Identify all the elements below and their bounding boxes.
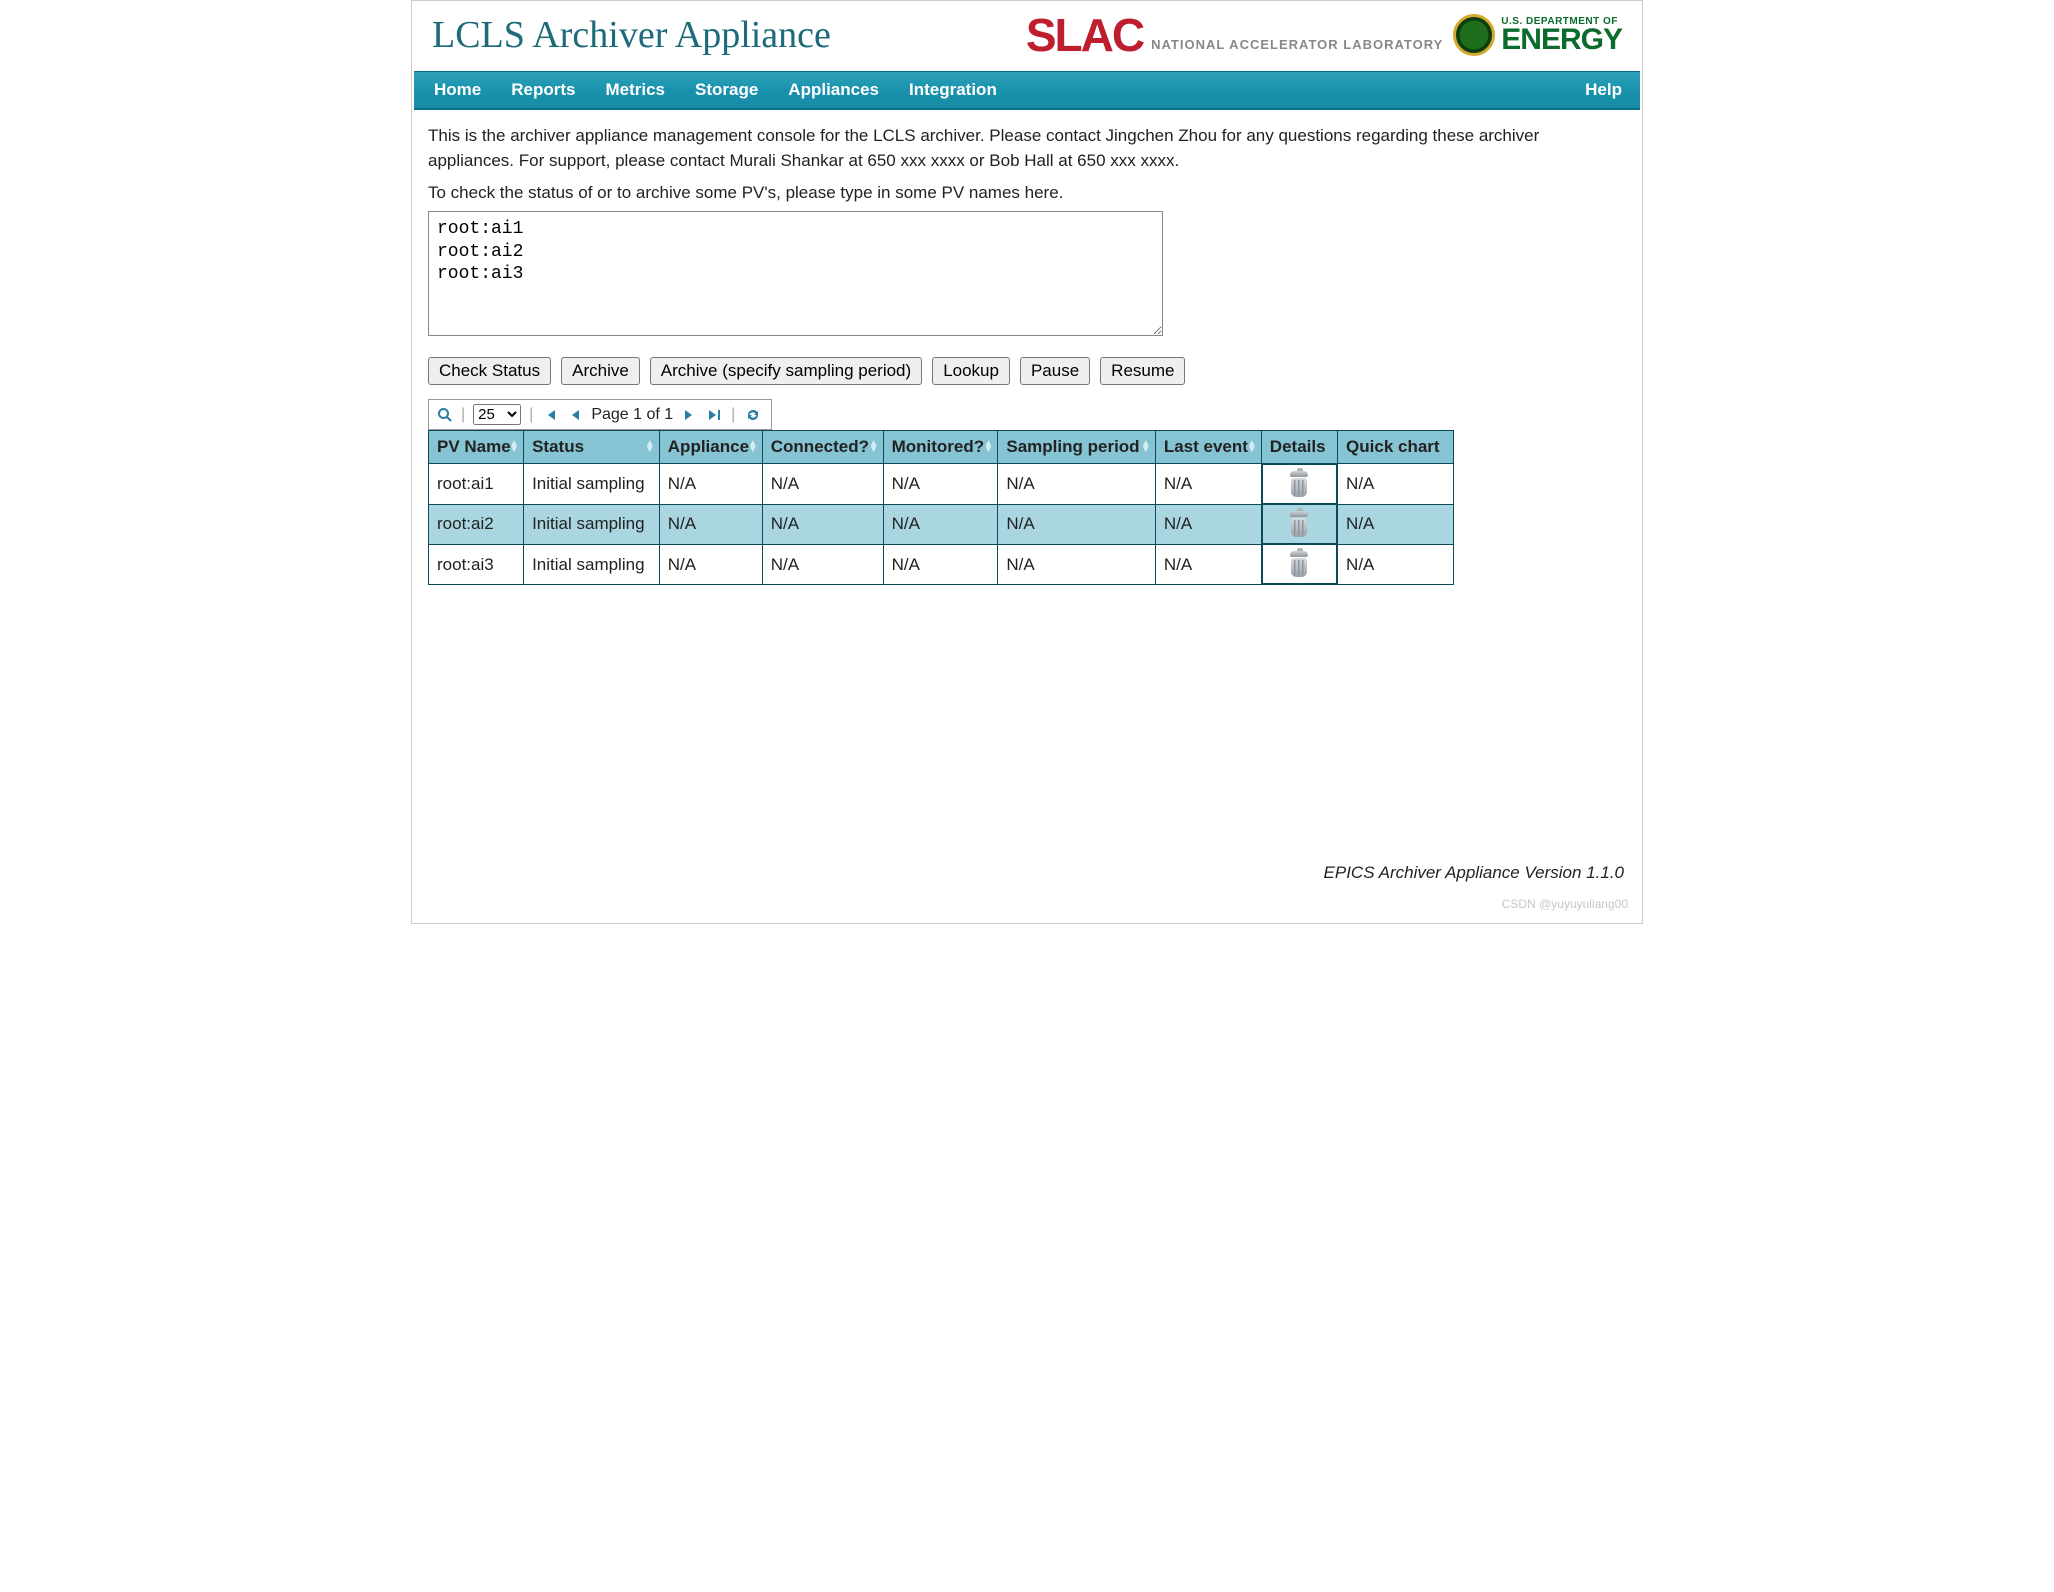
archive-button[interactable]: Archive — [561, 357, 640, 385]
cell: N/A — [1155, 504, 1261, 544]
first-page-icon[interactable] — [541, 408, 559, 422]
slac-subtitle: NATIONAL ACCELERATOR LABORATORY — [1151, 37, 1443, 56]
nav-appliances[interactable]: Appliances — [784, 76, 883, 104]
sort-icon[interactable]: ▲▼ — [509, 441, 519, 453]
details-cell — [1262, 504, 1337, 544]
col-status[interactable]: Status▲▼ — [524, 431, 660, 464]
page-title: LCLS Archiver Appliance — [432, 13, 831, 57]
main-nav: Home Reports Metrics Storage Appliances … — [414, 71, 1640, 110]
nav-reports[interactable]: Reports — [507, 76, 579, 104]
col-monitored-[interactable]: Monitored?▲▼ — [883, 431, 998, 464]
col-sampling-period[interactable]: Sampling period▲▼ — [998, 431, 1155, 464]
doe-logo: U.S. DEPARTMENT OF ENERGY — [1453, 14, 1622, 56]
col-quick-chart: Quick chart — [1338, 431, 1454, 464]
cell: N/A — [659, 464, 762, 505]
prev-page-icon[interactable] — [567, 408, 583, 422]
search-icon[interactable] — [437, 407, 453, 423]
sort-icon[interactable]: ▲▼ — [748, 441, 758, 453]
cell: Initial sampling — [524, 544, 660, 585]
col-connected-[interactable]: Connected?▲▼ — [762, 431, 883, 464]
sort-icon[interactable]: ▲▼ — [983, 441, 993, 453]
resume-button[interactable]: Resume — [1100, 357, 1185, 385]
cell: N/A — [883, 504, 998, 544]
cell: root:ai1 — [429, 464, 524, 505]
cell: N/A — [883, 464, 998, 505]
cell: N/A — [998, 464, 1155, 505]
version-footer: EPICS Archiver Appliance Version 1.1.0 — [414, 851, 1640, 891]
pager-bar: | 102550100 | Page 1 of 1 | — [428, 399, 772, 430]
button-row: Check Status Archive Archive (specify sa… — [428, 357, 1626, 385]
pause-button[interactable]: Pause — [1020, 357, 1090, 385]
cell: N/A — [659, 504, 762, 544]
cell: N/A — [883, 544, 998, 585]
table-row: root:ai1Initial samplingN/AN/AN/AN/AN/AN… — [429, 464, 1454, 505]
cell: N/A — [1338, 464, 1454, 505]
cell: N/A — [998, 544, 1155, 585]
trash-icon[interactable] — [1288, 551, 1310, 577]
trash-icon[interactable] — [1288, 471, 1310, 497]
doe-seal-icon — [1453, 14, 1495, 56]
slac-wordmark: SLAC — [1026, 15, 1143, 56]
logo-group: SLAC NATIONAL ACCELERATOR LABORATORY U.S… — [1026, 14, 1622, 56]
pv-names-input[interactable] — [428, 211, 1163, 336]
cell: N/A — [762, 544, 883, 585]
sort-icon[interactable]: ▲▼ — [645, 441, 655, 453]
doe-big-text: ENERGY — [1501, 26, 1622, 53]
col-last-event[interactable]: Last event▲▼ — [1155, 431, 1261, 464]
sort-icon[interactable]: ▲▼ — [1141, 441, 1151, 453]
cell: Initial sampling — [524, 504, 660, 544]
nav-integration[interactable]: Integration — [905, 76, 1001, 104]
nav-home[interactable]: Home — [430, 76, 485, 104]
cell: N/A — [1338, 504, 1454, 544]
table-row: root:ai2Initial samplingN/AN/AN/AN/AN/AN… — [429, 504, 1454, 544]
slac-logo: SLAC NATIONAL ACCELERATOR LABORATORY — [1026, 15, 1443, 56]
cell: N/A — [659, 544, 762, 585]
cell: N/A — [762, 464, 883, 505]
prompt-text: To check the status of or to archive som… — [428, 183, 1626, 203]
nav-help[interactable]: Help — [1581, 76, 1626, 103]
cell: N/A — [762, 504, 883, 544]
col-details: Details — [1261, 431, 1337, 464]
pv-table: PV Name▲▼Status▲▼Appliance▲▼Connected?▲▼… — [428, 430, 1454, 585]
page-indicator: Page 1 of 1 — [591, 406, 673, 424]
cell: root:ai2 — [429, 504, 524, 544]
cell: Initial sampling — [524, 464, 660, 505]
col-appliance[interactable]: Appliance▲▼ — [659, 431, 762, 464]
cell: N/A — [1338, 544, 1454, 585]
last-page-icon[interactable] — [705, 408, 723, 422]
intro-text: This is the archiver appliance managemen… — [428, 124, 1626, 173]
page-size-select[interactable]: 102550100 — [473, 404, 521, 425]
col-pv-name[interactable]: PV Name▲▼ — [429, 431, 524, 464]
sort-icon[interactable]: ▲▼ — [1247, 441, 1257, 453]
details-cell — [1262, 464, 1337, 504]
header-bar: LCLS Archiver Appliance SLAC NATIONAL AC… — [414, 3, 1640, 71]
next-page-icon[interactable] — [681, 408, 697, 422]
lookup-button[interactable]: Lookup — [932, 357, 1010, 385]
cell: root:ai3 — [429, 544, 524, 585]
watermark: CSDN @yuyuyuliang00 — [414, 891, 1640, 921]
trash-icon[interactable] — [1288, 511, 1310, 537]
cell: N/A — [998, 504, 1155, 544]
cell: N/A — [1155, 544, 1261, 585]
nav-metrics[interactable]: Metrics — [601, 76, 669, 104]
check-status-button[interactable]: Check Status — [428, 357, 551, 385]
refresh-icon[interactable] — [743, 407, 763, 423]
archive-period-button[interactable]: Archive (specify sampling period) — [650, 357, 922, 385]
sort-icon[interactable]: ▲▼ — [869, 441, 879, 453]
details-cell — [1262, 544, 1337, 584]
table-row: root:ai3Initial samplingN/AN/AN/AN/AN/AN… — [429, 544, 1454, 585]
nav-storage[interactable]: Storage — [691, 76, 762, 104]
cell: N/A — [1155, 464, 1261, 505]
